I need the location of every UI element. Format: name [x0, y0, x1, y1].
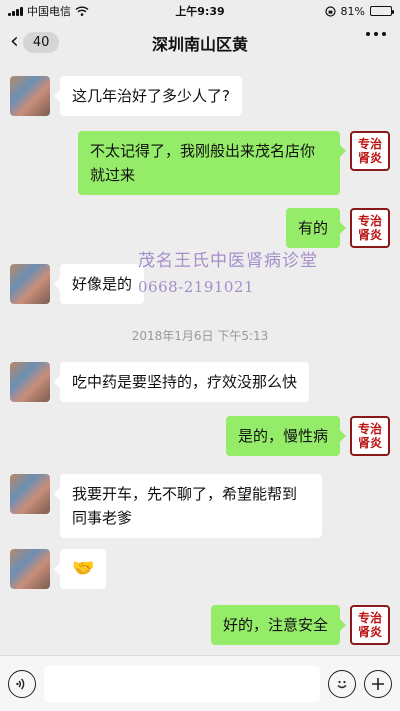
more-functions-button[interactable] — [364, 669, 392, 698]
unread-count-badge: 40 — [22, 31, 60, 53]
wifi-icon — [75, 6, 89, 16]
contact-avatar[interactable] — [10, 362, 50, 402]
dot-icon — [374, 32, 378, 36]
message-bubble[interactable]: 有的 — [285, 208, 347, 248]
message-sent: 专治 肾炎 好的，注意安全 — [210, 605, 390, 645]
status-bar: 中国电信 上午9:39 81% — [0, 0, 400, 22]
message-bubble[interactable]: 我要开车，先不聊了，希望能帮到同事老爹 — [54, 474, 322, 538]
battery-icon — [370, 6, 394, 16]
more-options-button[interactable] — [366, 32, 386, 36]
contact-avatar[interactable] — [10, 76, 50, 116]
message-sent: 专治 肾炎 有的 — [285, 208, 390, 248]
avatar-text-line1: 专治 — [357, 611, 382, 625]
message-received: 🤝 — [10, 549, 107, 589]
emoji-icon — [337, 680, 347, 688]
rotation-lock-icon — [324, 5, 336, 17]
message-sent: 专治 肾炎 不太记得了，我刚般出来茂名店你就过来 — [78, 131, 390, 195]
signal-icon — [8, 6, 23, 16]
handshake-emoji-message[interactable]: 🤝 — [53, 549, 107, 589]
own-avatar[interactable]: 专治 肾炎 — [350, 416, 390, 456]
message-timestamp: 2018年1月6日 下午5:13 — [131, 329, 269, 343]
input-bar — [0, 655, 400, 711]
chat-header: ‹ 40 深圳南山区黄 — [0, 22, 400, 64]
dot-icon — [382, 32, 386, 36]
voice-icon — [16, 678, 25, 689]
message-bubble[interactable]: 不太记得了，我刚般出来茂名店你就过来 — [78, 131, 346, 195]
status-time: 上午9:39 — [175, 5, 225, 18]
emoji-button[interactable] — [328, 669, 356, 698]
chevron-left-icon: ‹ — [10, 29, 19, 54]
watermark-name: 茂名王氏中医肾病诊堂 — [138, 251, 318, 271]
dot-icon — [366, 32, 370, 36]
message-bubble[interactable]: 好像是的 — [53, 264, 145, 304]
message-received: 这几年治好了多少人了? — [10, 76, 242, 116]
watermark: 茂名王氏中医肾病诊堂 0668-2191021 — [138, 248, 318, 300]
avatar-text-line2: 肾炎 — [357, 228, 382, 242]
chat-title: 深圳南山区黄 — [151, 35, 248, 54]
contact-avatar[interactable] — [10, 549, 50, 589]
watermark-phone: 0668-2191021 — [138, 278, 255, 296]
own-avatar[interactable]: 专治 肾炎 — [350, 605, 390, 645]
plus-icon — [372, 677, 384, 690]
message-bubble[interactable]: 吃中药是要坚持的，疗效没那么快 — [53, 362, 310, 402]
message-received: 好像是的 — [10, 264, 145, 304]
message-sent: 专治 肾炎 是的，慢性病 — [225, 416, 390, 456]
status-right: 81% — [324, 4, 394, 18]
message-bubble[interactable]: 这几年治好了多少人了? — [54, 76, 242, 116]
status-left: 中国电信 — [8, 3, 89, 19]
contact-avatar[interactable] — [10, 264, 50, 304]
avatar-text-line2: 肾炎 — [357, 436, 382, 450]
message-input[interactable] — [44, 665, 320, 702]
own-avatar[interactable]: 专治 肾炎 — [350, 208, 390, 248]
message-bubble[interactable]: 是的，慢性病 — [225, 416, 347, 456]
avatar-text-line1: 专治 — [357, 137, 382, 151]
message-bubble[interactable]: 好的，注意安全 — [210, 605, 347, 645]
avatar-text-line2: 肾炎 — [357, 625, 382, 639]
back-button[interactable]: ‹ 40 — [10, 28, 60, 56]
own-avatar[interactable]: 专治 肾炎 — [350, 131, 390, 171]
avatar-text-line1: 专治 — [357, 214, 382, 228]
contact-avatar[interactable] — [10, 474, 50, 514]
message-received: 吃中药是要坚持的，疗效没那么快 — [10, 362, 310, 402]
message-received: 我要开车，先不聊了，希望能帮到同事老爹 — [10, 474, 322, 538]
avatar-text-line1: 专治 — [357, 422, 382, 436]
avatar-text-line2: 肾炎 — [357, 151, 382, 165]
battery-percent: 81% — [340, 4, 365, 18]
voice-input-button[interactable] — [8, 669, 36, 698]
carrier-label: 中国电信 — [27, 5, 71, 18]
